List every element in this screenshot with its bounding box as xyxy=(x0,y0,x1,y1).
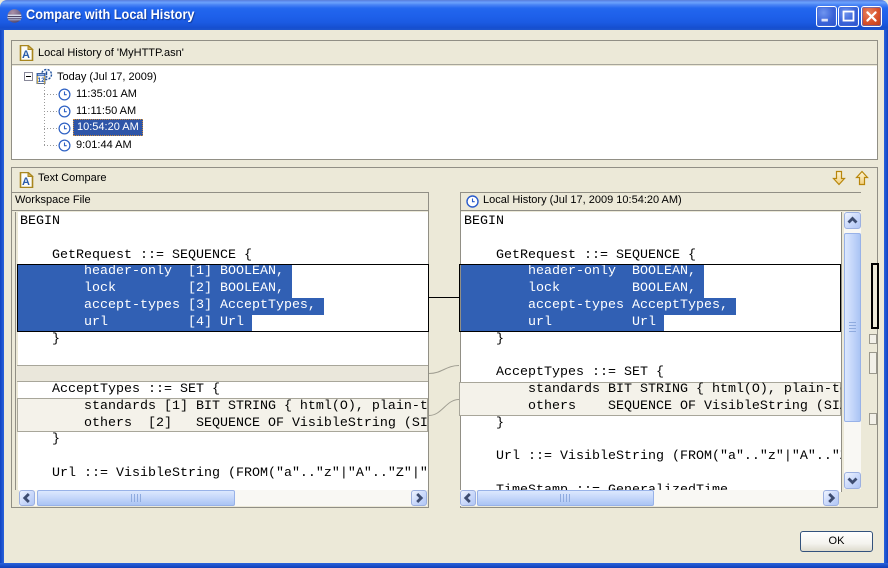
svg-text:A: A xyxy=(22,176,30,188)
svg-text:A: A xyxy=(22,49,30,61)
svg-text:12: 12 xyxy=(37,77,45,84)
